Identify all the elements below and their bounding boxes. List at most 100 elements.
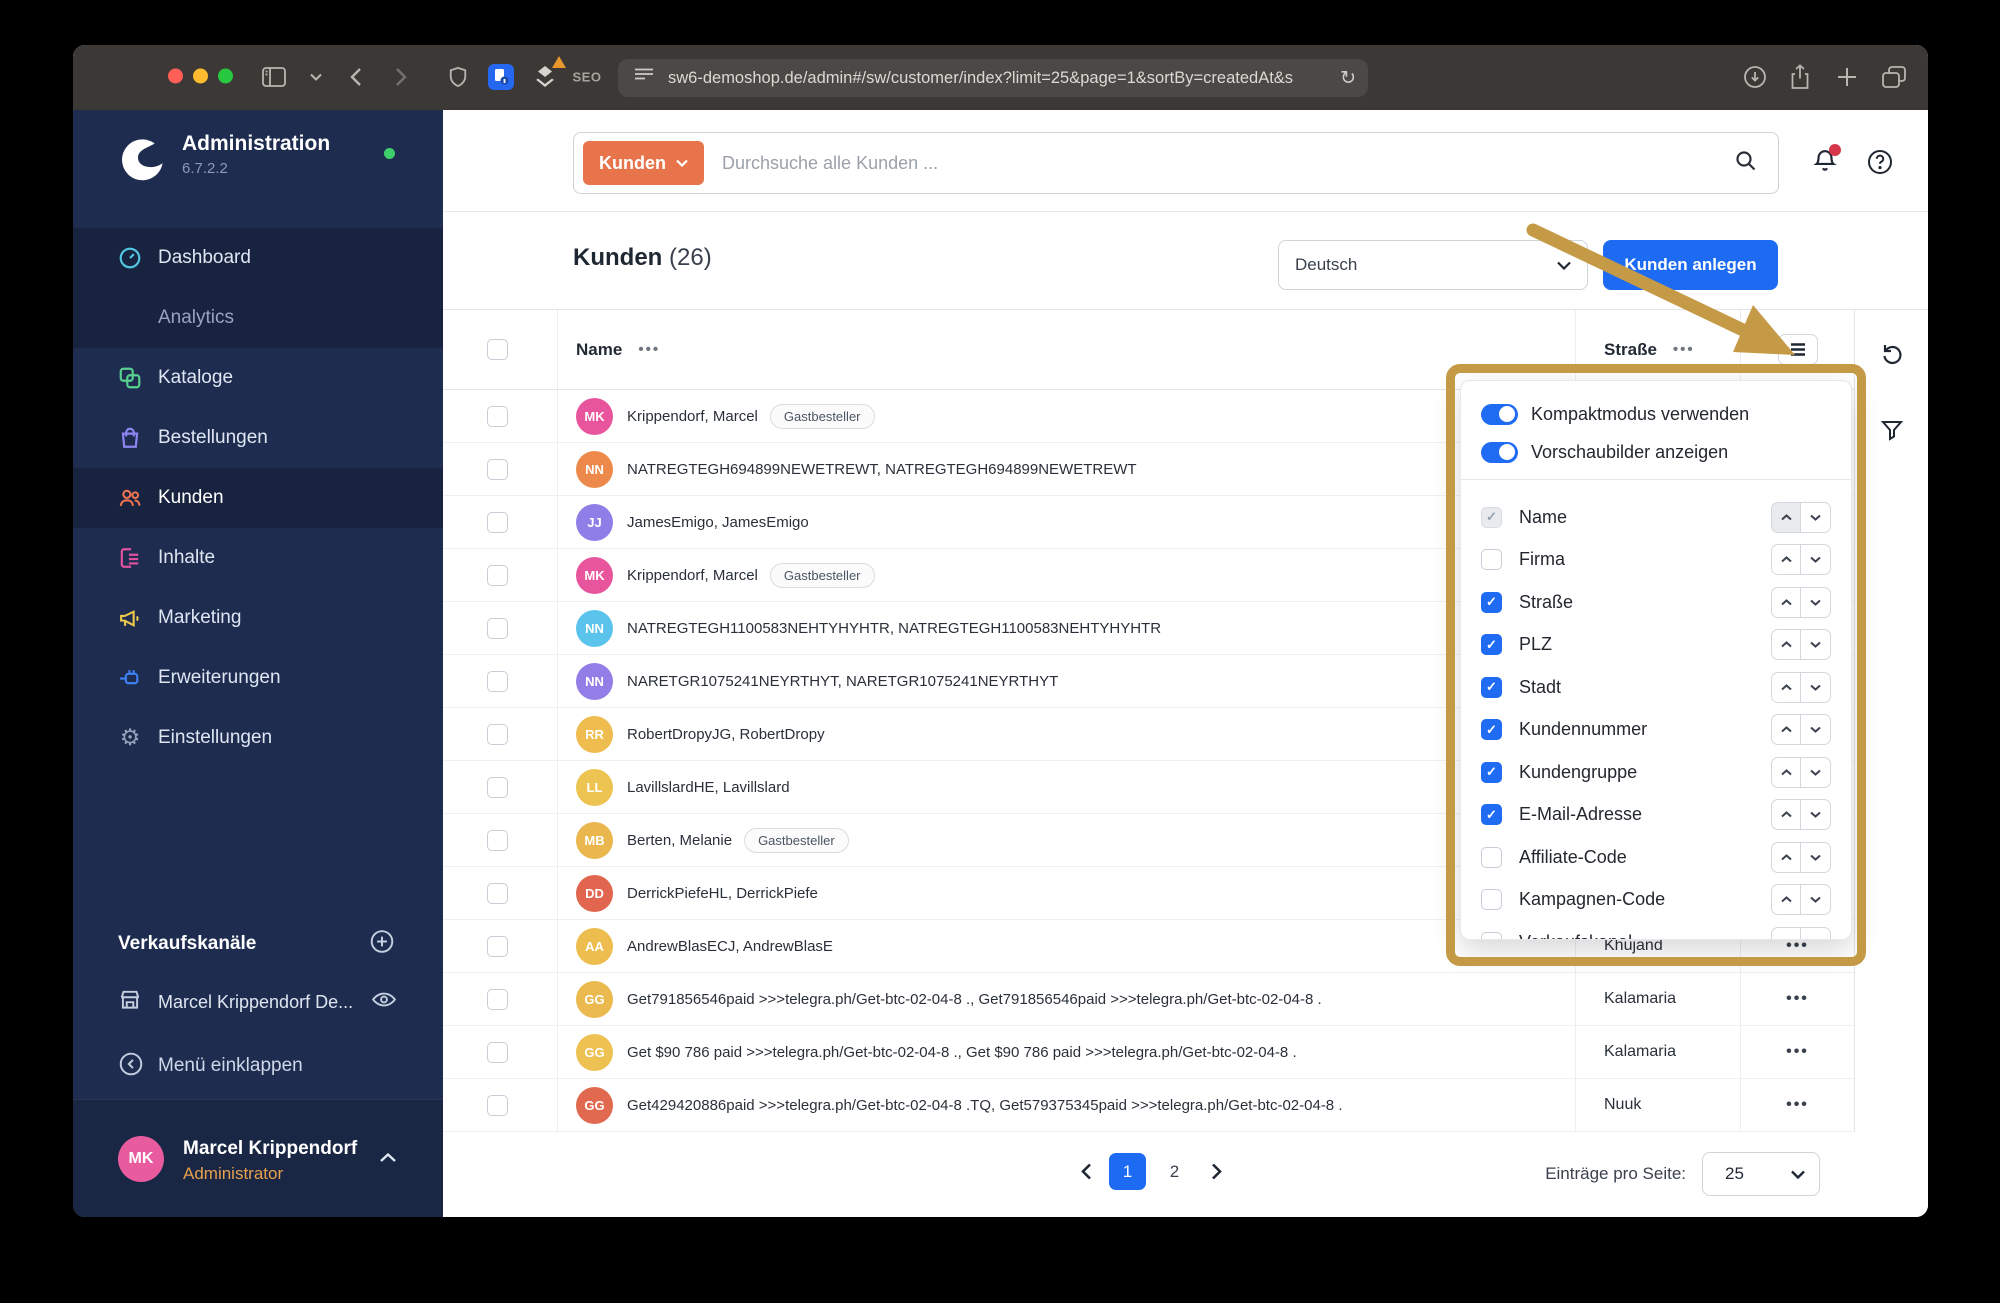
table-row[interactable]: GG Get791856546paid >>>telegra.ph/Get-bt… xyxy=(443,973,1854,1026)
row-checkbox[interactable] xyxy=(487,830,508,851)
column-checkbox[interactable] xyxy=(1481,932,1502,940)
move-column-up-button[interactable] xyxy=(1771,757,1801,788)
street-column-menu-icon[interactable]: ••• xyxy=(1673,341,1695,358)
table-row[interactable]: GG Get429420886paid >>>telegra.ph/Get-bt… xyxy=(443,1079,1854,1132)
reader-view-icon[interactable] xyxy=(634,68,654,89)
preview-images-toggle[interactable] xyxy=(1481,442,1518,463)
move-column-up-button[interactable] xyxy=(1771,842,1801,873)
move-column-down-button[interactable] xyxy=(1801,714,1831,745)
move-column-up-button[interactable] xyxy=(1771,544,1801,575)
sidebar-item-marketing[interactable]: Marketing xyxy=(73,588,443,648)
move-column-down-button[interactable] xyxy=(1801,884,1831,915)
reload-icon[interactable]: ↻ xyxy=(1340,67,1356,89)
column-checkbox[interactable]: ✓ xyxy=(1481,762,1502,783)
row-checkbox[interactable] xyxy=(487,936,508,957)
move-column-up-button[interactable] xyxy=(1771,629,1801,660)
eye-icon[interactable] xyxy=(371,990,397,1015)
column-header-street[interactable]: Straße xyxy=(1604,340,1657,360)
back-button[interactable] xyxy=(350,67,362,87)
row-context-menu[interactable]: ••• xyxy=(1786,990,1809,1008)
language-select[interactable]: Deutsch xyxy=(1278,240,1588,290)
customer-name[interactable]: Krippendorf, Marcel xyxy=(627,408,758,425)
downloads-icon[interactable] xyxy=(1743,65,1767,89)
customer-name[interactable]: Krippendorf, Marcel xyxy=(627,567,758,584)
privacy-shield-icon[interactable] xyxy=(448,65,468,89)
url-field[interactable]: sw6-demoshop.de/admin#/sw/customer/index… xyxy=(618,59,1368,97)
customer-name[interactable]: Get791856546paid >>>telegra.ph/Get-btc-0… xyxy=(627,991,1322,1008)
new-tab-icon[interactable] xyxy=(1836,66,1858,88)
column-checkbox[interactable] xyxy=(1481,549,1502,570)
column-checkbox[interactable]: ✓ xyxy=(1481,804,1502,825)
compact-mode-toggle[interactable] xyxy=(1481,404,1518,425)
row-checkbox[interactable] xyxy=(487,406,508,427)
move-column-down-button[interactable] xyxy=(1801,587,1831,618)
row-checkbox[interactable] xyxy=(487,777,508,798)
move-column-up-button[interactable] xyxy=(1771,672,1801,703)
grid-settings-button[interactable] xyxy=(1778,334,1818,365)
search-icon[interactable] xyxy=(1734,149,1758,178)
column-checkbox[interactable]: ✓ xyxy=(1481,592,1502,613)
customer-name[interactable]: DerrickPiefeHL, DerrickPiefe xyxy=(627,885,818,902)
move-column-down-button[interactable] xyxy=(1801,757,1831,788)
table-row[interactable]: GG Get $90 786 paid >>>telegra.ph/Get-bt… xyxy=(443,1026,1854,1079)
sidebar-item-kunden[interactable]: Kunden xyxy=(73,468,443,528)
row-checkbox[interactable] xyxy=(487,618,508,639)
row-checkbox[interactable] xyxy=(487,1095,508,1116)
customer-name[interactable]: RobertDropyJG, RobertDropy xyxy=(627,726,825,743)
sidebar-item-bestellungen[interactable]: Bestellungen xyxy=(73,408,443,468)
row-checkbox[interactable] xyxy=(487,724,508,745)
help-icon[interactable] xyxy=(1858,140,1902,184)
sidebar-item-dashboard[interactable]: Dashboard xyxy=(73,228,443,288)
forward-button[interactable] xyxy=(395,67,407,87)
page-button[interactable]: 1 xyxy=(1109,1153,1146,1190)
row-checkbox[interactable] xyxy=(487,1042,508,1063)
row-checkbox[interactable] xyxy=(487,671,508,692)
previous-page-button[interactable] xyxy=(1071,1154,1101,1190)
move-column-down-button[interactable] xyxy=(1801,672,1831,703)
column-checkbox[interactable]: ✓ xyxy=(1481,677,1502,698)
extension-stack-icon[interactable] xyxy=(531,64,559,90)
customer-name[interactable]: NARETGR1075241NEYRTHYT, NARETGR1075241NE… xyxy=(627,673,1058,690)
column-checkbox[interactable]: ✓ xyxy=(1481,507,1502,528)
row-context-menu[interactable]: ••• xyxy=(1786,1043,1809,1061)
customer-name[interactable]: AndrewBlasECJ, AndrewBlasE xyxy=(627,938,833,955)
move-column-down-button[interactable] xyxy=(1801,799,1831,830)
move-column-down-button[interactable] xyxy=(1801,842,1831,873)
window-close-button[interactable] xyxy=(168,69,183,84)
window-zoom-button[interactable] xyxy=(218,69,233,84)
move-column-down-button[interactable] xyxy=(1801,927,1831,940)
customer-name[interactable]: JamesEmigo, JamesEmigo xyxy=(627,514,809,531)
row-checkbox[interactable] xyxy=(487,565,508,586)
move-column-down-button[interactable] xyxy=(1801,544,1831,575)
row-checkbox[interactable] xyxy=(487,459,508,480)
next-page-button[interactable] xyxy=(1201,1154,1231,1190)
share-icon[interactable] xyxy=(1789,64,1811,90)
column-header-name[interactable]: Name xyxy=(576,340,622,360)
column-checkbox[interactable] xyxy=(1481,847,1502,868)
move-column-down-button[interactable] xyxy=(1801,629,1831,660)
customer-name[interactable]: LavillslardHE, Lavillslard xyxy=(627,779,790,796)
move-column-up-button[interactable] xyxy=(1771,587,1801,618)
column-checkbox[interactable]: ✓ xyxy=(1481,634,1502,655)
sales-channel-item[interactable]: Marcel Krippendorf De... xyxy=(73,974,443,1030)
sidebar-item-einstellungen[interactable]: ⚙ Einstellungen xyxy=(73,708,443,768)
sidebar-item-analytics[interactable]: Analytics xyxy=(73,288,443,348)
window-minimize-button[interactable] xyxy=(193,69,208,84)
search-input[interactable]: Kunden Durchsuche alle Kunden ... xyxy=(573,132,1779,194)
row-checkbox[interactable] xyxy=(487,989,508,1010)
customer-name[interactable]: NATREGTEGH694899NEWETREWT, NATREGTEGH694… xyxy=(627,461,1137,478)
row-context-menu[interactable]: ••• xyxy=(1786,1096,1809,1114)
sidebar-toggle-icon[interactable] xyxy=(262,67,287,88)
chevron-down-icon[interactable] xyxy=(310,73,322,81)
add-sales-channel-button[interactable] xyxy=(369,929,395,960)
seo-extension-icon[interactable]: SEO xyxy=(573,70,602,85)
create-customer-button[interactable]: Kunden anlegen xyxy=(1603,240,1778,290)
column-checkbox[interactable]: ✓ xyxy=(1481,719,1502,740)
sidebar-item-inhalte[interactable]: Inhalte xyxy=(73,528,443,588)
move-column-up-button[interactable] xyxy=(1771,502,1801,533)
collapse-menu-button[interactable]: Menü einklappen xyxy=(73,1038,443,1094)
row-checkbox[interactable] xyxy=(487,512,508,533)
notifications-bell-icon[interactable] xyxy=(1803,140,1847,184)
move-column-up-button[interactable] xyxy=(1771,927,1801,940)
customer-name[interactable]: Berten, Melanie xyxy=(627,832,732,849)
